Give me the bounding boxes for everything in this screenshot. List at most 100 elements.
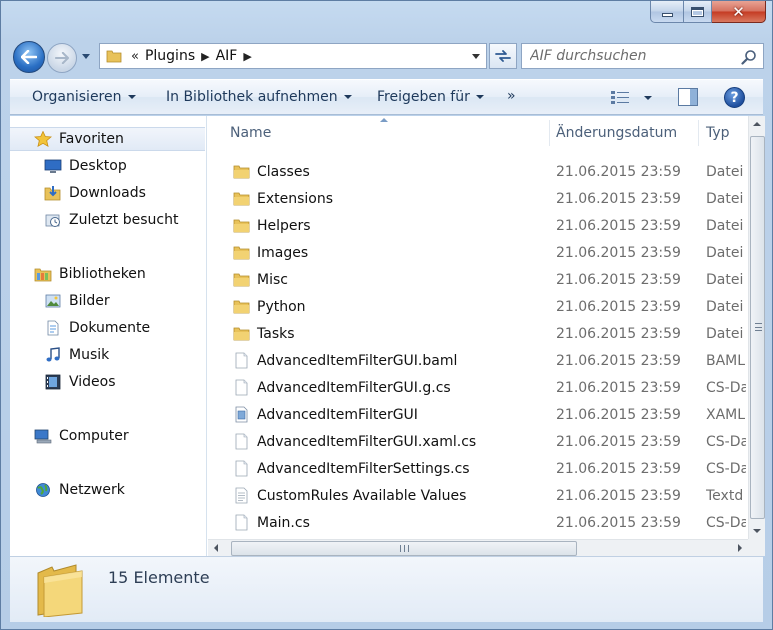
- file-date: 21.06.2015 23:59: [556, 298, 681, 315]
- column-header-name[interactable]: Name: [230, 125, 271, 141]
- refresh-icon: [495, 50, 511, 62]
- item-count: 15 Elemente: [108, 568, 210, 587]
- scroll-right-icon[interactable]: [738, 544, 742, 552]
- search-box[interactable]: [521, 43, 764, 69]
- file-name: Images: [257, 244, 309, 261]
- file-type: Datei: [706, 325, 744, 342]
- breadcrumb-separator[interactable]: ▶: [201, 50, 209, 63]
- nav-item-recent-places[interactable]: Zuletzt besucht: [10, 208, 205, 232]
- more-commands-button[interactable]: »: [507, 88, 516, 104]
- breadcrumb-separator[interactable]: ▶: [243, 50, 251, 63]
- recent-pages-dropdown[interactable]: [82, 54, 90, 59]
- grip-icon: [400, 545, 409, 552]
- address-bar[interactable]: « Plugins ▶ AIF ▶: [99, 43, 487, 69]
- navigation-bar: « Plugins ▶ AIF ▶: [11, 41, 764, 73]
- file-row[interactable]: AdvancedItemFilterGUI.xaml.cs 21.06.2015 …: [208, 428, 748, 455]
- column-divider[interactable]: [549, 120, 550, 146]
- file-row[interactable]: Main.cs 21.06.2015 23:59 CS-Da: [208, 509, 748, 536]
- breadcrumb-overflow-chevron[interactable]: «: [131, 49, 139, 64]
- nav-label-network: Netzwerk: [59, 482, 125, 498]
- file-row[interactable]: Tasks 21.06.2015 23:59 Datei: [208, 320, 748, 347]
- file-icon: [235, 379, 248, 396]
- breadcrumb-plugins[interactable]: Plugins: [145, 48, 195, 64]
- maximize-button[interactable]: [684, 1, 712, 23]
- scroll-up-icon[interactable]: [753, 122, 761, 126]
- nav-label-desktop: Desktop: [69, 158, 127, 174]
- minimize-icon: [661, 12, 673, 17]
- file-list: Classes 21.06.2015 23:59 Datei Extensions 21…: [208, 158, 748, 536]
- scrollbar-corner: [748, 539, 765, 556]
- include-in-library-button[interactable]: In Bibliothek aufnehmen: [166, 89, 352, 105]
- file-row[interactable]: AdvancedItemFilterGUI.baml 21.06.2015 23:…: [208, 347, 748, 374]
- nav-item-favorites[interactable]: Favoriten: [10, 127, 205, 151]
- folder-icon: [233, 273, 250, 287]
- nav-item-computer[interactable]: Computer: [10, 424, 205, 448]
- file-row[interactable]: AdvancedItemFilterGUI 21.06.2015 23:59 XAM…: [208, 401, 748, 428]
- back-arrow-icon: [21, 50, 37, 64]
- file-name: AdvancedItemFilterGUI.g.cs: [257, 379, 451, 396]
- file-date: 21.06.2015 23:59: [556, 487, 681, 504]
- file-row[interactable]: Extensions 21.06.2015 23:59 Datei: [208, 185, 748, 212]
- folder-icon: [233, 327, 250, 341]
- help-button[interactable]: ?: [724, 87, 745, 108]
- address-dropdown[interactable]: [472, 54, 480, 59]
- horizontal-scrollbar[interactable]: [208, 539, 748, 556]
- file-row[interactable]: AdvancedItemFilterSettings.cs 21.06.2015 …: [208, 455, 748, 482]
- nav-item-pictures[interactable]: Bilder: [10, 289, 205, 313]
- nav-item-network[interactable]: Netzwerk: [10, 478, 205, 502]
- forward-button[interactable]: [47, 43, 77, 73]
- folder-icon: [233, 219, 250, 233]
- nav-item-downloads[interactable]: Downloads: [10, 181, 205, 205]
- vertical-scrollbar[interactable]: [748, 116, 765, 539]
- file-type: BAML: [706, 352, 746, 369]
- file-date: 21.06.2015 23:59: [556, 379, 681, 396]
- share-with-button[interactable]: Freigeben für: [377, 89, 484, 105]
- nav-item-desktop[interactable]: Desktop: [10, 154, 205, 178]
- nav-item-libraries[interactable]: Bibliotheken: [10, 262, 205, 286]
- file-date: 21.06.2015 23:59: [556, 244, 681, 261]
- scroll-left-icon[interactable]: [214, 544, 218, 552]
- file-row[interactable]: Helpers 21.06.2015 23:59 Datei: [208, 212, 748, 239]
- file-name: Helpers: [257, 217, 311, 234]
- breadcrumb-aif[interactable]: AIF: [216, 48, 238, 64]
- vertical-scroll-thumb[interactable]: [750, 136, 765, 519]
- column-header-date[interactable]: Änderungsdatum: [556, 125, 677, 141]
- view-options-icon[interactable]: [610, 90, 630, 106]
- back-button[interactable]: [13, 41, 45, 73]
- column-divider[interactable]: [698, 120, 699, 146]
- nav-item-music[interactable]: Musik: [10, 343, 205, 367]
- file-row[interactable]: Classes 21.06.2015 23:59 Datei: [208, 158, 748, 185]
- close-icon: ✕: [732, 2, 745, 21]
- organize-button[interactable]: Organisieren: [32, 89, 136, 105]
- file-icon: [235, 514, 248, 531]
- file-date: 21.06.2015 23:59: [556, 163, 681, 180]
- column-header-type[interactable]: Typ: [706, 125, 730, 141]
- search-input[interactable]: [530, 48, 740, 64]
- file-name: AdvancedItemFilterGUI.xaml.cs: [257, 433, 477, 450]
- file-name: Main.cs: [257, 514, 310, 531]
- computer-icon: [34, 429, 52, 444]
- refresh-button[interactable]: [489, 43, 517, 69]
- preview-pane-icon[interactable]: [678, 88, 698, 106]
- nav-item-videos[interactable]: Videos: [10, 370, 205, 394]
- file-row[interactable]: AdvancedItemFilterGUI.g.cs 21.06.2015 23:…: [208, 374, 748, 401]
- nav-label-recent-places: Zuletzt besucht: [69, 212, 179, 228]
- file-type: CS-Da: [706, 379, 746, 396]
- file-row[interactable]: Misc 21.06.2015 23:59 Datei: [208, 266, 748, 293]
- column-header-row: Name Änderungsdatum Typ: [208, 116, 748, 150]
- file-row[interactable]: Images 21.06.2015 23:59 Datei: [208, 239, 748, 266]
- file-row[interactable]: CustomRules Available Values 21.06.2015 2…: [208, 482, 748, 509]
- view-dropdown-icon[interactable]: [644, 96, 652, 100]
- minimize-button[interactable]: [650, 1, 684, 23]
- search-icon[interactable]: [741, 49, 757, 65]
- file-type: Datei: [706, 190, 744, 207]
- file-row[interactable]: Python 21.06.2015 23:59 Datei: [208, 293, 748, 320]
- downloads-folder-icon: [44, 186, 61, 201]
- sort-ascending-icon: [380, 118, 388, 122]
- file-date: 21.06.2015 23:59: [556, 190, 681, 207]
- scroll-down-icon[interactable]: [753, 529, 761, 533]
- nav-item-documents[interactable]: Dokumente: [10, 316, 205, 340]
- close-button[interactable]: ✕: [712, 1, 766, 23]
- horizontal-scroll-thumb[interactable]: [231, 541, 577, 556]
- nav-label-pictures: Bilder: [69, 293, 110, 309]
